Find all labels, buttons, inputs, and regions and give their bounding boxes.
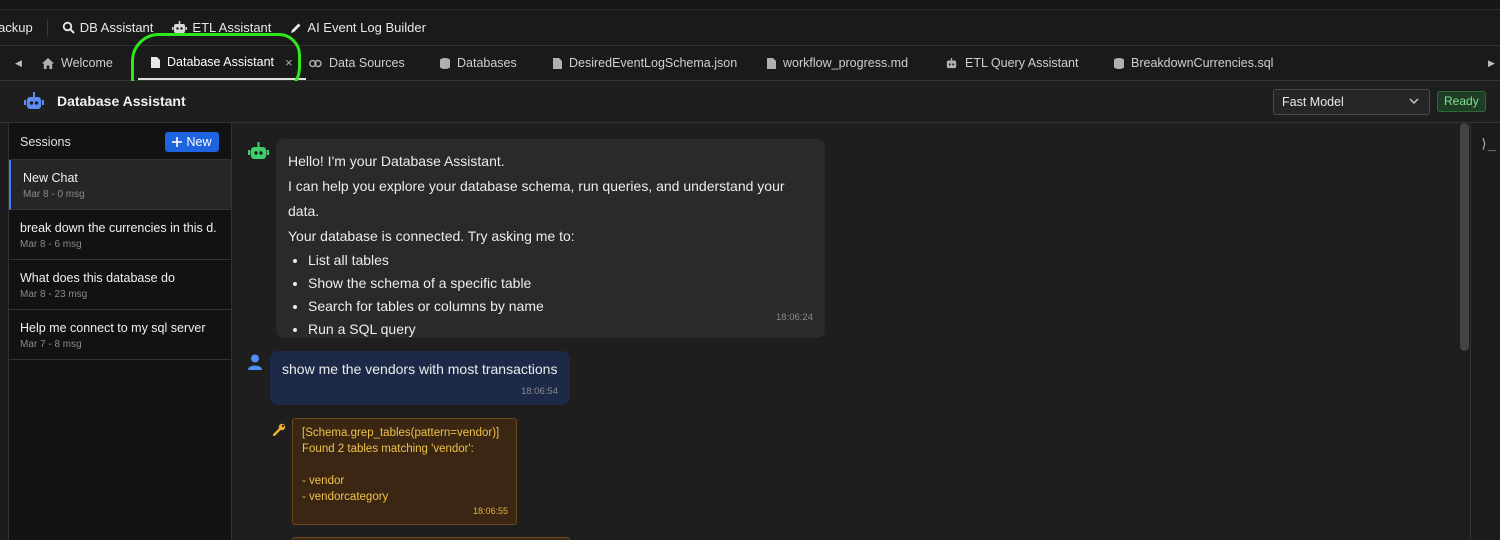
suggestion-list: List all tables Show the schema of a spe… (308, 249, 813, 341)
assistant-avatar-icon (248, 142, 269, 159)
message-timestamp: 18:06:54 (521, 386, 558, 397)
tab-database-assistant[interactable]: Database Assistant × (138, 46, 306, 80)
tab-etl-query-assistant[interactable]: ETL Query Assistant (945, 46, 1078, 80)
list-item: List all tables (308, 249, 813, 272)
sessions-header: Sessions New (9, 123, 231, 160)
scrollbar-thumb[interactable] (1460, 123, 1469, 351)
message-text: Hello! I'm your Database Assistant. (288, 153, 505, 169)
tab-label: BreakdownCurrencies.sql (1131, 56, 1274, 70)
database-icon (1114, 57, 1124, 69)
file-icon (151, 56, 160, 68)
backup-label: ackup (0, 20, 33, 35)
page-title: Database Assistant (57, 93, 186, 109)
assistant-header: Database Assistant Fast Model Ready (0, 81, 1500, 123)
toolbar-divider (46, 18, 48, 37)
robot-icon (172, 21, 188, 33)
list-item: Show the schema of a specific table (308, 272, 813, 295)
tab-label: ETL Query Assistant (965, 56, 1079, 70)
etl-assistant-label: ETL Assistant (192, 20, 272, 35)
terminal-icon[interactable]: ⟩_ (1480, 137, 1496, 152)
session-item[interactable]: New Chat Mar 8 - 0 msg (9, 160, 231, 210)
list-item: Run a SQL query (308, 318, 813, 341)
editor-tabs-bar: ◀ Welcome Database Assistant × Data Sour… (0, 46, 1500, 81)
list-item: Search for tables or columns by name (308, 295, 813, 318)
robot-icon (946, 57, 957, 68)
tab-data-sources[interactable]: Data Sources (309, 46, 405, 80)
top-toolbar: ackup DB Assistant ETL Assistant AI Even… (0, 10, 1500, 46)
robot-icon (24, 92, 44, 109)
plus-icon (172, 137, 183, 147)
new-session-button[interactable]: New (165, 132, 219, 152)
new-button-label: New (186, 135, 212, 149)
message-text: Your database is connected. Try asking m… (288, 228, 575, 244)
tab-label: workflow_progress.md (783, 56, 909, 70)
db-assistant-label: DB Assistant (79, 20, 154, 35)
tabs-scroll-right-icon[interactable]: ▶ (1488, 46, 1495, 80)
session-meta: Mar 8 - 0 msg (23, 189, 85, 200)
tool-call-text: [Schema.grep_tables(pattern=vendor)] (302, 427, 500, 439)
chat-scrollbar[interactable] (1458, 123, 1470, 540)
tab-desired-event-log-schema[interactable]: DesiredEventLogSchema.json (553, 46, 737, 80)
tabs-scroll-left-icon[interactable]: ◀ (15, 46, 22, 80)
tab-workflow-progress[interactable]: workflow_progress.md (767, 46, 908, 80)
tab-label: Databases (457, 56, 517, 70)
tab-databases[interactable]: Databases (440, 46, 517, 80)
event-log-builder-label: AI Event Log Builder (307, 20, 426, 35)
session-title: What does this database do (20, 271, 175, 285)
message-timestamp: 18:06:55 (472, 506, 508, 516)
event-log-builder-button[interactable]: AI Event Log Builder (290, 20, 426, 35)
close-icon[interactable]: × (285, 55, 293, 70)
session-meta: Mar 8 - 23 msg (20, 289, 88, 300)
session-title: break down the currencies in this d... (20, 221, 216, 235)
tool-call-result: [Schema.grep_tables(pattern=vendor)] Fou… (292, 418, 517, 525)
home-icon (42, 57, 54, 69)
db-assistant-button[interactable]: DB Assistant (62, 20, 154, 35)
tab-label: DesiredEventLogSchema.json (569, 56, 738, 70)
tab-breakdown-currencies[interactable]: BreakdownCurrencies.sql (1114, 46, 1273, 80)
tab-welcome[interactable]: Welcome (42, 46, 113, 80)
tab-label: Welcome (61, 56, 113, 70)
user-message: show me the vendors with most transactio… (270, 351, 570, 405)
model-select-value: Fast Model (1282, 95, 1344, 109)
session-meta: Mar 8 - 6 msg (20, 239, 82, 250)
tab-label: Database Assistant (167, 55, 275, 69)
sessions-title: Sessions (20, 135, 71, 149)
left-activity-edge (0, 123, 9, 540)
session-item[interactable]: break down the currencies in this d... M… (9, 210, 231, 260)
session-item[interactable]: Help me connect to my sql server Mar 7 -… (9, 310, 231, 360)
file-icon (553, 57, 562, 69)
link-icon (309, 59, 322, 67)
session-meta: Mar 7 - 8 msg (20, 339, 82, 350)
model-select[interactable]: Fast Model (1273, 89, 1430, 115)
database-icon (440, 57, 450, 69)
tab-label: Data Sources (329, 56, 405, 70)
chat-area: Hello! I'm your Database Assistant. I ca… (232, 123, 1458, 540)
sessions-sidebar: Sessions New New Chat Mar 8 - 0 msg brea… (9, 123, 232, 540)
pencil-icon (291, 23, 301, 33)
session-title: Help me connect to my sql server (20, 321, 206, 335)
search-icon (62, 21, 75, 34)
message-text: show me the vendors with most transactio… (282, 361, 558, 377)
session-item[interactable]: What does this database do Mar 8 - 23 ms… (9, 260, 231, 310)
backup-menu-item[interactable]: ackup (0, 20, 33, 35)
etl-assistant-button[interactable]: ETL Assistant (172, 20, 271, 35)
status-badge: Ready (1437, 91, 1486, 112)
window-top-strip (0, 0, 1500, 10)
right-side-panel: ⟩_ (1470, 123, 1500, 540)
tool-result-text: - vendor (302, 475, 345, 487)
message-text: I can help you explore your database sch… (288, 178, 785, 219)
chevron-down-icon (1409, 98, 1419, 104)
tool-result-text: Found 2 tables matching 'vendor': (302, 443, 474, 455)
file-icon (767, 57, 776, 69)
assistant-message: Hello! I'm your Database Assistant. I ca… (276, 139, 825, 338)
message-timestamp: 18:06:24 (776, 312, 813, 323)
wrench-icon (273, 423, 286, 436)
session-title: New Chat (23, 171, 78, 185)
user-avatar-icon (248, 354, 262, 370)
